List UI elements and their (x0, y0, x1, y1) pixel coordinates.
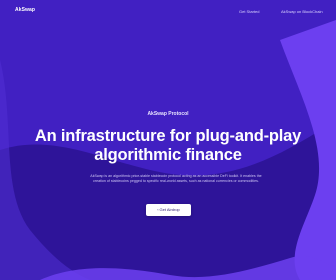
hero-description: AkSwap is an algorithmic price-stable st… (24, 174, 328, 184)
hero-section: AkSwap Protocol An infrastructure for pl… (0, 0, 336, 280)
hero-eyebrow: AkSwap Protocol (147, 111, 189, 117)
headline-line-2: algorithmic finance (94, 146, 242, 164)
description-line-2: creation of stablecoins pegged to specif… (93, 179, 259, 184)
get-airdrop-button[interactable]: ‹ Get Airdrop (146, 204, 191, 216)
caret-left-icon: ‹ (157, 207, 159, 212)
headline-line-1: An infrastructure for plug-and-play (34, 127, 302, 145)
hero-headline: An infrastructure for plug-and-play algo… (10, 127, 326, 165)
cta-label: Get Airdrop (159, 207, 180, 212)
